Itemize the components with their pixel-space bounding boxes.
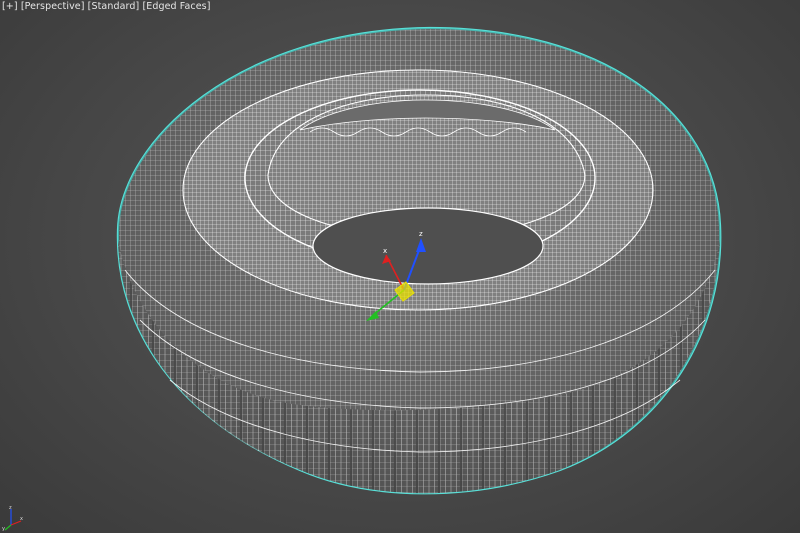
world-z-label: z: [9, 505, 12, 511]
viewport-menu-general[interactable]: [+]: [2, 1, 18, 12]
gizmo-x-label: x: [383, 247, 387, 255]
viewport-menu-shading-standard[interactable]: [Standard]: [88, 1, 140, 12]
tire-wireframe-scene[interactable]: x z: [0, 0, 800, 533]
world-y-axis: [4, 524, 12, 531]
viewport-menu-display-mode[interactable]: [Edged Faces]: [142, 1, 210, 12]
tire-center-hole: [312, 207, 544, 285]
viewport-menu-pov[interactable]: [Perspective]: [21, 1, 85, 12]
tire-mesh[interactable]: [116, 26, 722, 495]
3d-viewport[interactable]: [+] [Perspective] [Standard] [Edged Face…: [0, 0, 800, 533]
gizmo-z-label: z: [419, 230, 423, 238]
viewport-label-bar: [+] [Perspective] [Standard] [Edged Face…: [2, 1, 211, 12]
world-y-label: y: [2, 526, 5, 531]
world-axis-tripod: z x y: [2, 505, 23, 531]
world-x-label: x: [20, 516, 23, 522]
